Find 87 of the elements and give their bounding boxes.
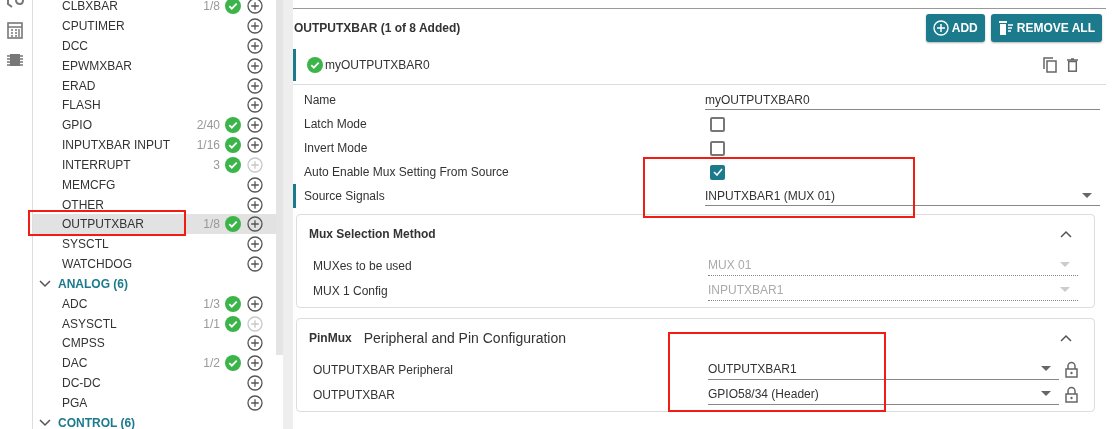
sidebar-item[interactable]: OTHER [33, 194, 276, 215]
sidebar-item[interactable]: WATCHDOG [33, 254, 276, 274]
sidebar-item[interactable]: EPWMXBAR [33, 55, 276, 76]
chevron-down-icon[interactable] [39, 279, 51, 288]
sidebar-item[interactable]: MEMCFG [33, 174, 276, 195]
check-icon [225, 315, 241, 332]
sidebar-item[interactable]: OUTPUTXBAR 1/8 [33, 214, 276, 235]
section-subtitle: Peripheral and Pin Configuration [363, 330, 568, 346]
sidebar-item[interactable]: DCC [33, 35, 276, 56]
copy-icon[interactable] [1043, 57, 1057, 73]
sidebar-item[interactable]: ADC 1/3 [33, 293, 276, 314]
sidebar-item[interactable]: GPIO 2/40 [33, 115, 276, 136]
check-icon [225, 295, 241, 312]
sidebar-item[interactable]: CPUTIMER [33, 16, 276, 36]
lock-icon[interactable] [1065, 386, 1078, 403]
text-field[interactable]: myOUTPUTXBAR0 [705, 90, 1100, 110]
property-label: Name [303, 93, 337, 107]
section-title: Mux Selection Method [309, 227, 436, 241]
add-icon[interactable] [247, 77, 263, 94]
add-icon[interactable] [247, 256, 263, 273]
sidebar-item[interactable]: PGA [33, 393, 276, 413]
dropdown-field[interactable]: INPUTXBAR1 (MUX 01) [705, 186, 1100, 206]
dropdown-caret-icon[interactable] [1041, 391, 1051, 397]
check-icon [225, 117, 241, 134]
sidebar-item[interactable]: FLASH [33, 95, 276, 116]
checkbox[interactable] [710, 116, 725, 132]
checkbox[interactable] [710, 164, 725, 180]
trash-icon [997, 20, 1014, 36]
group-header[interactable]: ANALOG (6) [58, 277, 128, 290]
dropdown-caret-icon[interactable] [1082, 192, 1092, 199]
property-label: Auto Enable Mux Setting From Source [303, 165, 510, 179]
plus-circle-icon [932, 20, 949, 36]
add-icon[interactable] [247, 335, 263, 352]
calculator-icon[interactable] [7, 22, 23, 39]
add-button[interactable]: ADD [925, 14, 985, 42]
sidebar-item[interactable]: DC-DC [33, 373, 276, 394]
chevron-down-icon[interactable] [39, 418, 51, 427]
property-label: OUTPUTXBAR Peripheral [312, 362, 455, 377]
add-icon[interactable] [247, 395, 263, 411]
add-icon[interactable] [247, 97, 263, 114]
trash-icon[interactable] [1067, 58, 1078, 72]
chevron-up-icon[interactable] [1060, 334, 1072, 342]
instance-item[interactable]: myOUTPUTXBAR0 [293, 49, 1106, 81]
chevron-up-icon[interactable] [1060, 230, 1072, 238]
sidebar-item[interactable]: DAC 1/2 [33, 353, 276, 374]
sidebar-item[interactable]: INTERRUPT 3 [33, 154, 276, 175]
sidebar-item[interactable]: CLBXBAR 1/8 [33, 0, 276, 17]
sidebar-item[interactable]: ASYSCTL 1/1 [33, 313, 276, 334]
panel-title: OUTPUTXBAR (1 of 8 Added) [294, 21, 461, 35]
add-icon[interactable] [247, 375, 263, 392]
property-label: MUX 1 Config [312, 283, 389, 298]
checkbox[interactable] [710, 140, 725, 156]
dropdown-field[interactable]: OUTPUTXBAR1 [708, 359, 1059, 380]
group-header[interactable]: CONTROL (6) [58, 416, 136, 429]
add-icon[interactable] [247, 176, 263, 193]
add-icon[interactable] [247, 57, 263, 74]
add-icon[interactable] [247, 295, 263, 312]
check-icon [225, 216, 241, 233]
remove-all-button[interactable]: REMOVE ALL [990, 14, 1102, 42]
property-label: OUTPUTXBAR [312, 387, 396, 402]
add-icon[interactable] [247, 37, 263, 54]
add-icon[interactable] [247, 17, 263, 34]
add-icon[interactable] [247, 117, 263, 134]
property-label: Latch Mode [303, 117, 368, 131]
property-label: MUXes to be used [312, 258, 413, 273]
property-label: Invert Mode [303, 141, 369, 155]
add-icon[interactable] [247, 196, 263, 213]
add-icon[interactable] [247, 0, 263, 15]
property-label: Source Signals [303, 189, 386, 203]
scrollbar-thumb[interactable] [276, 0, 283, 355]
add-icon[interactable] [247, 236, 263, 253]
sidebar-item[interactable]: INPUTXBAR INPUT 1/16 [33, 135, 276, 155]
sidebar-item[interactable]: CMPSS [33, 333, 276, 354]
add-icon[interactable] [247, 216, 263, 233]
chip-icon[interactable] [7, 53, 23, 67]
check-icon [307, 57, 323, 73]
check-icon [225, 137, 241, 154]
dropdown-field[interactable]: GPIO58/34 (Header) [708, 384, 1059, 405]
section-title: PinMux [309, 331, 352, 345]
add-icon[interactable] [247, 355, 263, 372]
check-icon [225, 156, 241, 173]
check-icon [225, 355, 241, 372]
add-icon[interactable] [247, 137, 263, 154]
dropdown-caret-icon[interactable] [1041, 366, 1051, 372]
sidebar-item[interactable]: SYSCTL [33, 234, 276, 255]
lock-icon[interactable] [1065, 361, 1078, 378]
sidebar-item[interactable]: ERAD [33, 75, 276, 96]
